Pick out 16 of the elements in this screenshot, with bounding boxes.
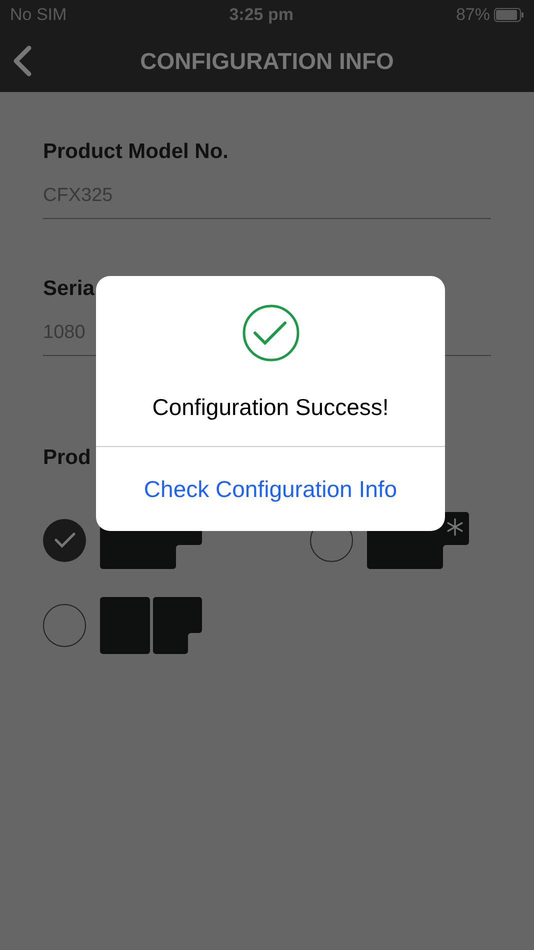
radio-button[interactable] [43, 518, 86, 562]
check-icon [54, 532, 76, 548]
back-icon[interactable] [12, 45, 32, 77]
field-label: Product Model No. [43, 139, 230, 165]
page-title: CONFIGURATION INFO [140, 46, 394, 76]
carrier-text: No SIM [10, 4, 67, 26]
dual-fridge-icon [100, 596, 202, 654]
battery-icon [494, 8, 524, 22]
section-label: Prod [43, 445, 92, 471]
radio-button[interactable] [43, 604, 86, 646]
dialog-message: Configuration Success! [152, 393, 389, 422]
field-label: Seria [43, 276, 96, 302]
clock-text: 3:25 pm [229, 4, 294, 26]
battery-percent: 87% [456, 4, 490, 26]
success-check-icon [242, 304, 300, 362]
check-info-link[interactable]: Check Configuration Info [136, 472, 406, 506]
